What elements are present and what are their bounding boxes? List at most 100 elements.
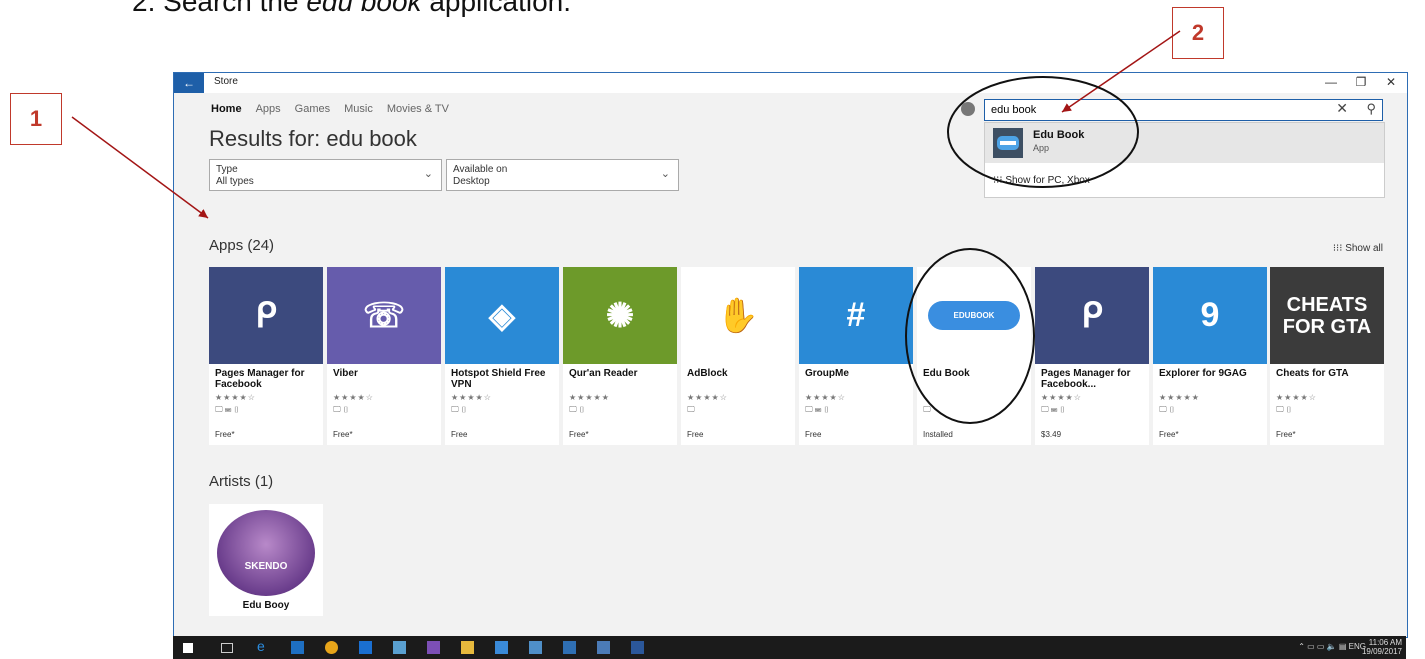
- clear-icon[interactable]: ✕: [1336, 100, 1348, 117]
- desktop-app-icon[interactable]: [597, 641, 610, 654]
- app-tile[interactable]: ᑭ Pages Manager for Facebook... ★★★★☆ 🖵 ⌨ ▯…: [1035, 267, 1149, 445]
- app-tile[interactable]: ✋ AdBlock ★★★★☆ 🖵 Free: [681, 267, 795, 445]
- show-all-link[interactable]: ⁝⁝⁝ Show all: [1333, 243, 1383, 254]
- grid-icon: ⁝⁝⁝: [1332, 243, 1346, 254]
- app-name: Pages Manager for Facebook: [215, 368, 305, 390]
- app-devices: 🖵: [687, 405, 695, 414]
- search-icon[interactable]: ⚲: [1366, 101, 1376, 117]
- edu-book-app-icon: [993, 128, 1023, 158]
- app-devices: 🖵 ▯: [569, 405, 586, 414]
- app-icon-glyph: ᑭ: [1081, 296, 1103, 335]
- show-for-label: Show for PC, Xbox: [1005, 175, 1090, 186]
- visual-studio-icon[interactable]: [427, 641, 440, 654]
- app-tile[interactable]: # GroupMe ★★★★☆ 🖵 ⌨ ▯ Free: [799, 267, 913, 445]
- app-name: GroupMe: [805, 368, 849, 379]
- nav-music[interactable]: Music: [344, 103, 373, 115]
- nav-apps[interactable]: Apps: [256, 103, 281, 115]
- app-price: Free: [687, 430, 704, 439]
- app-tile[interactable]: EDUBOOK Edu Book 🖵 Installed: [917, 267, 1031, 445]
- app-icon: ✋: [681, 267, 795, 364]
- nav-home[interactable]: Home: [211, 103, 242, 115]
- artists-heading: Artists (1): [209, 473, 274, 490]
- app-price: Free*: [1276, 430, 1296, 439]
- app-price: Free*: [215, 430, 235, 439]
- start-icon[interactable]: [183, 643, 193, 653]
- window-app-icon[interactable]: [563, 641, 576, 654]
- app-name: Edu Book: [923, 368, 970, 379]
- app-icon: ᑭ: [1035, 267, 1149, 364]
- suggestion-edu-book[interactable]: Edu Book App: [985, 123, 1384, 163]
- taskbar: e ⌃ ▭ ▭ 🔈 ▤ ENG 11:06 AM 19/09/2017: [173, 636, 1406, 659]
- app-tile[interactable]: ✺ Qur'an Reader ★★★★★ 🖵 ▯ Free*: [563, 267, 677, 445]
- task-view-icon[interactable]: [221, 643, 233, 653]
- artist-name: Edu Booy: [242, 600, 290, 611]
- app-devices: 🖵 ▯: [1159, 405, 1176, 414]
- edge-icon[interactable]: e: [257, 638, 270, 654]
- app-rating: ★★★★☆: [215, 393, 256, 402]
- app-tile[interactable]: ☏ Viber ★★★★☆ 🖵 ▯ Free*: [327, 267, 441, 445]
- search-box[interactable]: ✕ ⚲: [984, 99, 1383, 121]
- suggestion-type: App: [1033, 143, 1050, 153]
- app-icon-glyph: EDUBOOK: [927, 301, 1021, 330]
- show-for-pc-xbox[interactable]: ⁝⁝⁝ Show for PC, Xbox: [993, 175, 1090, 186]
- app-tile[interactable]: CHEATS FOR GTA Cheats for GTA ★★★★☆ 🖵 ▯ Free…: [1270, 267, 1384, 445]
- nav-games[interactable]: Games: [295, 103, 330, 115]
- apps-heading: Apps (24): [209, 237, 275, 254]
- minimize-button[interactable]: —: [1321, 75, 1341, 89]
- app-icon-glyph: ✋: [716, 296, 760, 335]
- app-devices: 🖵: [923, 405, 931, 414]
- app-name: Explorer for 9GAG: [1159, 368, 1247, 379]
- app-icon-glyph: ✺: [605, 296, 635, 335]
- app-icon: ◈: [445, 267, 559, 364]
- app-devices: 🖵 ▯: [451, 405, 468, 414]
- app-name: Viber: [333, 368, 358, 379]
- file-explorer-icon[interactable]: [461, 641, 474, 654]
- nav-movies-tv[interactable]: Movies & TV: [387, 103, 449, 115]
- app-icon-glyph: ☏: [362, 296, 406, 335]
- step-number: 2.: [132, 0, 156, 17]
- app-price: Free*: [569, 430, 589, 439]
- artist-tile[interactable]: SKENDO Edu Booy: [209, 504, 323, 616]
- app-rating: ★★★★☆: [333, 393, 374, 402]
- app-price: $3.49: [1041, 430, 1062, 439]
- clock[interactable]: 11:06 AM 19/09/2017: [1362, 638, 1402, 656]
- app-tile[interactable]: ᑭ Pages Manager for Facebook ★★★★☆ 🖵 ⌨ ▯ Fre…: [209, 267, 323, 445]
- tool-icon[interactable]: [393, 641, 406, 654]
- restore-button[interactable]: ❐: [1351, 75, 1371, 89]
- back-button[interactable]: ←: [174, 73, 204, 93]
- app-name: Cheats for GTA: [1276, 368, 1349, 379]
- word-icon[interactable]: [631, 641, 644, 654]
- people-icon[interactable]: [529, 641, 542, 654]
- type-filter-value: All types: [216, 176, 254, 187]
- user-avatar-icon[interactable]: [961, 102, 975, 116]
- app-icon-glyph: ᑭ: [255, 296, 277, 335]
- app-name: AdBlock: [687, 368, 728, 379]
- system-tray[interactable]: ⌃ ▭ ▭ 🔈 ▤ ENG: [1298, 642, 1366, 651]
- app-rating: ★★★★☆: [805, 393, 846, 402]
- app-tile[interactable]: ◈ Hotspot Shield Free VPN ★★★★☆ 🖵 ▯ Free: [445, 267, 559, 445]
- app-icon[interactable]: [495, 641, 508, 654]
- artist-image-text: SKENDO: [244, 560, 288, 572]
- app-icon-glyph: 9: [1200, 296, 1220, 334]
- app-price: Free: [805, 430, 822, 439]
- outlook-icon[interactable]: [359, 641, 372, 654]
- app-rating: ★★★★☆: [1276, 393, 1317, 402]
- app-rating: ★★★★☆: [451, 393, 492, 402]
- app-price: Free*: [333, 430, 353, 439]
- close-button[interactable]: ✕: [1381, 75, 1401, 89]
- type-filter[interactable]: Type All types ⌄: [209, 159, 442, 191]
- app-icon-glyph: ◈: [488, 296, 516, 335]
- chevron-down-icon: ⌄: [423, 168, 433, 180]
- app-devices: 🖵 ▯: [333, 405, 350, 414]
- window-title: Store: [214, 76, 238, 87]
- app-devices: 🖵 ⌨ ▯: [215, 405, 240, 414]
- chrome-icon[interactable]: [325, 641, 338, 654]
- store-window: ← Store — ❐ ✕ Home Apps Games Music Movi…: [173, 72, 1408, 638]
- search-input[interactable]: [989, 100, 1313, 120]
- app-tile[interactable]: 9 Explorer for 9GAG ★★★★★ 🖵 ▯ Free*: [1153, 267, 1267, 445]
- available-on-filter[interactable]: Available on Desktop ⌄: [446, 159, 679, 191]
- app-icon: 9: [1153, 267, 1267, 364]
- app-icon: #: [799, 267, 913, 364]
- store-icon[interactable]: [291, 641, 304, 654]
- grid-icon: ⁝⁝⁝: [993, 175, 1006, 186]
